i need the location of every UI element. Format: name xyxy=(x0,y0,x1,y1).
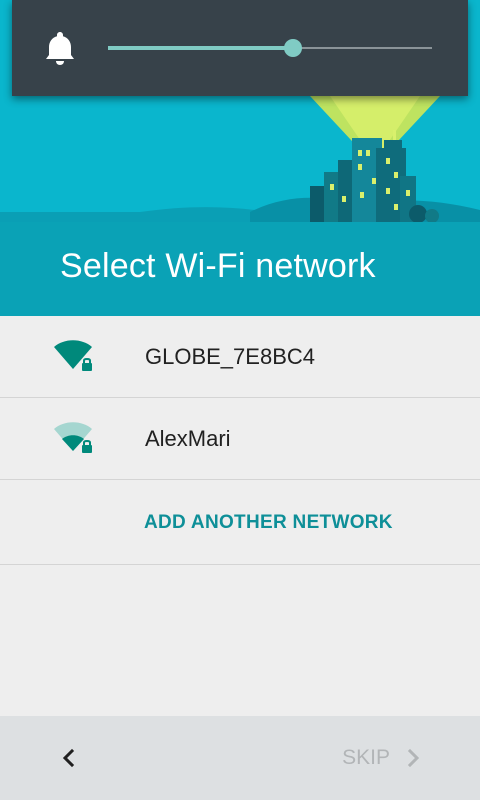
skip-label: SKIP xyxy=(342,746,390,769)
skip-button[interactable]: SKIP xyxy=(342,738,424,778)
network-item[interactable]: AlexMari xyxy=(0,398,480,480)
bottom-nav-bar: SKIP xyxy=(0,716,480,800)
network-ssid: AlexMari xyxy=(145,426,231,451)
network-item[interactable]: GLOBE_7E8BC4 xyxy=(0,316,480,398)
wifi-lock-icon xyxy=(54,340,92,371)
wifi-setup-screen: Select Wi-Fi network GLOBE_7E8BC4 AlexMa… xyxy=(0,0,480,800)
chevron-left-icon[interactable] xyxy=(48,738,88,778)
volume-panel xyxy=(12,0,468,96)
volume-slider[interactable] xyxy=(108,36,432,60)
wifi-lock-icon xyxy=(54,422,92,453)
add-another-network-button[interactable]: ADD ANOTHER NETWORK xyxy=(144,480,393,565)
slider-fill xyxy=(108,46,293,50)
chevron-right-icon xyxy=(407,748,420,768)
slider-thumb[interactable] xyxy=(283,39,302,57)
network-ssid: GLOBE_7E8BC4 xyxy=(145,344,315,369)
bell-icon[interactable] xyxy=(42,28,78,68)
page-title: Select Wi-Fi network xyxy=(60,247,376,285)
network-list: GLOBE_7E8BC4 AlexMari ADD ANOTHER NETWOR… xyxy=(0,316,480,565)
add-network-row: ADD ANOTHER NETWORK xyxy=(0,480,480,565)
